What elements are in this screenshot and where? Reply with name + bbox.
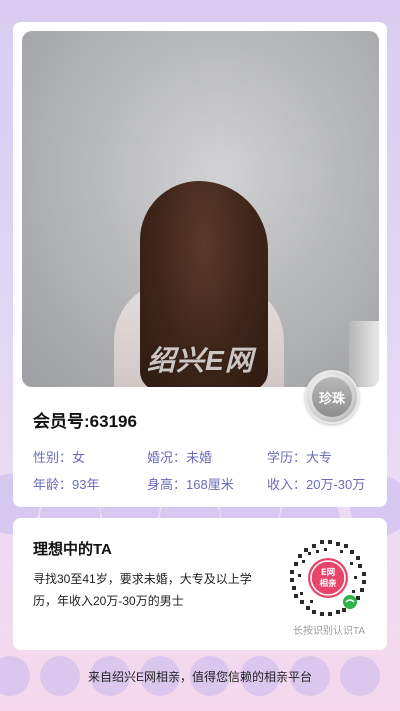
profile-info-grid: 性别：女 婚况：未婚 学历：大专 年龄：93年 身高：168厘米 收入：20万-… [33, 444, 387, 496]
info-height: 身高：168厘米 [147, 477, 234, 492]
info-row: 年龄：93年 身高：168厘米 收入：20万-30万 [33, 471, 387, 496]
info-age: 年龄：93年 [33, 477, 100, 492]
info-marital-status: 婚况：未婚 [147, 450, 213, 465]
ideal-partner-card: 理想中的TA 寻找30至41岁，要求未婚，大专及以上学历，年收入20万-30万的… [13, 518, 387, 650]
ideal-description: 寻找30至41岁，要求未婚，大专及以上学历，年收入20万-30万的男士 [33, 572, 252, 608]
member-number: 会员号:63196 [33, 412, 137, 431]
badge-label: 珍珠 [312, 377, 352, 417]
info-income: 收入：20万-30万 [267, 477, 366, 492]
info-row: 性别：女 婚况：未婚 学历：大专 [33, 444, 387, 469]
info-education: 学历：大专 [267, 450, 333, 465]
info-gender: 性别：女 [33, 450, 86, 465]
profile-photo[interactable]: 绍兴E网 [22, 31, 379, 387]
svg-text:E网: E网 [321, 568, 335, 578]
profile-card: 绍兴E网 珍珠 会员号:63196 性别：女 婚况：未婚 学历：大专 年龄：93… [13, 22, 387, 507]
footer-text: 来自绍兴E网相亲，值得您信赖的相亲平台 [87, 670, 312, 684]
qr-code-icon[interactable]: E网 相亲 [290, 540, 366, 616]
qr-caption: 长按识别认识TA [292, 626, 366, 637]
photo-watermark: 绍兴E网 [147, 345, 254, 376]
svg-text:相亲: 相亲 [319, 578, 337, 589]
ideal-title: 理想中的TA [33, 541, 112, 558]
